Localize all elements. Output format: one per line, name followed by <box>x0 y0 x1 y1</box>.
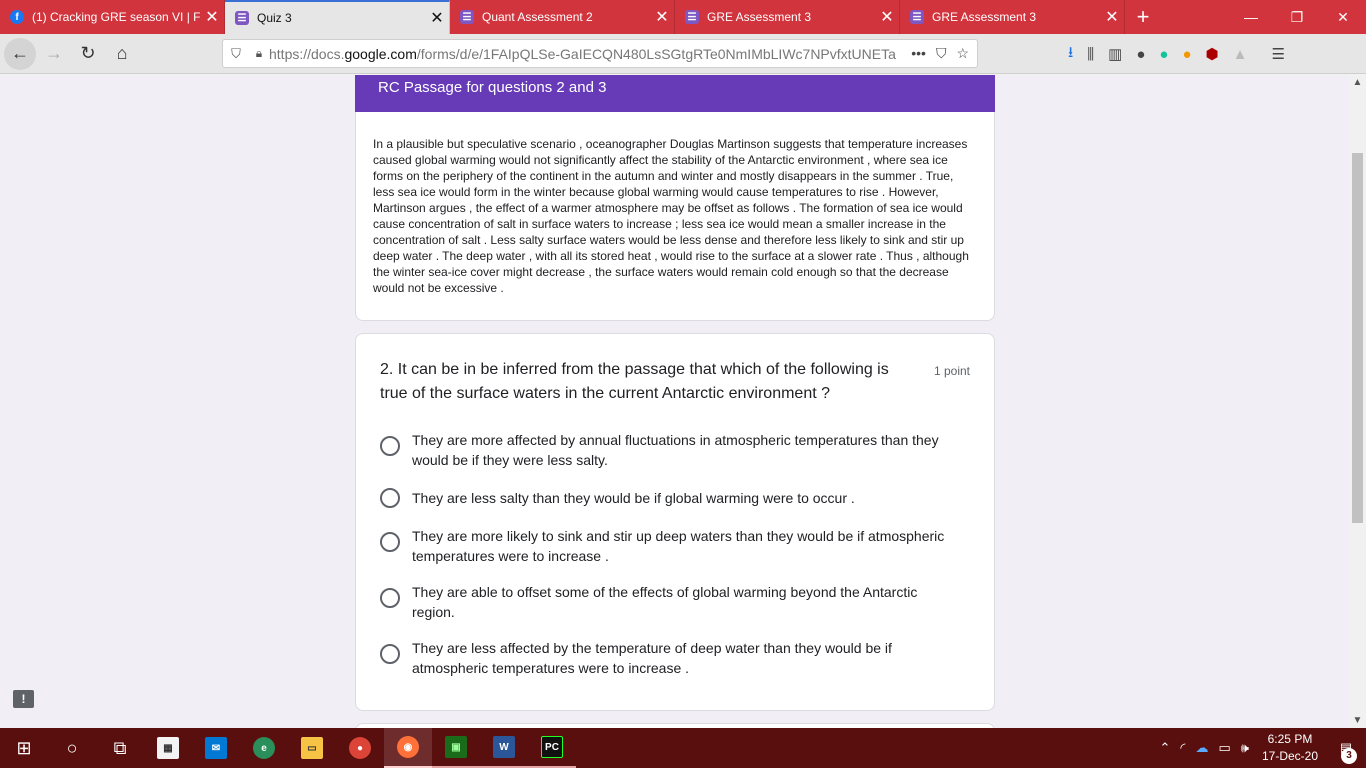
toolbar-icons: ⭳ ⫼ ▥ ● ● ● ⬢ ▲ ☰ <box>1068 34 1285 74</box>
tab-title: GRE Assessment 3 <box>932 10 1037 24</box>
tab-gre-assessment-3-b[interactable]: ☰ GRE Assessment 3 ✕ <box>900 0 1125 34</box>
option-label: They are able to offset some of the effe… <box>412 584 918 620</box>
pycharm-icon[interactable]: PC <box>528 728 576 768</box>
passage-text: In a plausible but speculative scenario … <box>373 137 969 295</box>
scroll-up-icon[interactable]: ▲ <box>1349 77 1366 88</box>
option-label: They are more likely to sink and stir up… <box>412 528 945 564</box>
ublock-icon[interactable]: ⬢ <box>1206 45 1219 63</box>
question-card: 2. It can be in be inferred from the pas… <box>355 333 995 711</box>
radio-button[interactable] <box>380 488 400 508</box>
sidebar-icon[interactable]: ▥ <box>1108 45 1122 63</box>
window-controls: — ❐ ✕ <box>1228 0 1366 34</box>
notification-count: 3 <box>1341 748 1357 764</box>
extension-icon[interactable]: ● <box>1182 46 1191 63</box>
cpu-monitor-icon[interactable]: ▣ <box>432 728 480 768</box>
bookmark-star-icon[interactable]: ☆ <box>956 45 969 62</box>
home-icon[interactable]: ⌂ <box>106 38 138 70</box>
battery-icon[interactable]: ▭ <box>1218 740 1230 756</box>
wifi-icon[interactable]: ◜ <box>1180 740 1185 756</box>
passage-card: In a plausible but speculative scenario … <box>355 112 995 321</box>
grammarly-icon[interactable]: ● <box>1159 46 1168 63</box>
address-bar[interactable]: ⛉ 🔒︎ https://docs.google.com/forms/d/e/1… <box>222 39 978 68</box>
clock-time: 6:25 PM <box>1267 732 1313 746</box>
forms-icon: ☰ <box>460 10 474 24</box>
page-content: RC Passage for questions 2 and 3 In a pl… <box>0 75 1349 728</box>
answer-option[interactable]: They are able to offset some of the effe… <box>380 582 960 622</box>
close-icon[interactable]: ✕ <box>1100 7 1124 27</box>
answer-option[interactable]: They are less salty than they would be i… <box>380 488 960 508</box>
close-icon[interactable]: ✕ <box>875 7 899 27</box>
library-icon[interactable]: ⫼ <box>1087 46 1094 63</box>
navigation-bar: ← → ↻ ⌂ ⛉ 🔒︎ https://docs.google.com/for… <box>0 34 1366 74</box>
question-title: 2. It can be in be inferred from the pas… <box>380 361 889 402</box>
file-explorer-icon[interactable]: ▭ <box>288 728 336 768</box>
menu-icon[interactable]: ☰ <box>1272 45 1285 63</box>
word-icon[interactable]: W <box>480 728 528 768</box>
scrollbar-thumb[interactable] <box>1352 153 1363 523</box>
reload-icon[interactable]: ↻ <box>72 38 104 70</box>
store-icon[interactable]: ▦ <box>144 728 192 768</box>
tab-title: Quant Assessment 2 <box>482 10 593 24</box>
notifications-icon[interactable]: ▤ 3 <box>1326 728 1366 768</box>
forward-icon[interactable]: → <box>38 38 70 70</box>
task-view-icon[interactable]: ⧉ <box>96 728 144 768</box>
answer-option[interactable]: They are more likely to sink and stir up… <box>380 526 960 566</box>
more-icon[interactable]: ••• <box>911 45 926 62</box>
extension-arrow-icon[interactable]: ▲ <box>1233 46 1248 63</box>
tab-title: GRE Assessment 3 <box>707 10 812 24</box>
option-label: They are more affected by annual fluctua… <box>412 432 939 468</box>
url-text[interactable]: https://docs.google.com/forms/d/e/1FAIpQ… <box>269 46 911 62</box>
restore-icon[interactable]: ❐ <box>1274 0 1320 34</box>
forms-icon: ☰ <box>235 11 249 25</box>
scrollbar[interactable]: ▲ ▼ <box>1349 75 1366 728</box>
tab-gre-assessment-3[interactable]: ☰ GRE Assessment 3 ✕ <box>675 0 900 34</box>
taskbar: ⊞ ○ ⧉ ▦ ✉ e ▭ ● ◉ ▣ W PC ⌃ ◜ ☁ ▭ 🕪︎ 6:25… <box>0 728 1366 768</box>
download-icon[interactable]: ⭳ <box>1068 42 1073 67</box>
tab-bar: f (1) Cracking GRE season VI | Fa ✕ ☰ Qu… <box>0 0 1366 34</box>
volume-icon[interactable]: 🕪︎ <box>1241 740 1249 756</box>
forms-icon: ☰ <box>910 10 924 24</box>
feedback-icon[interactable]: ! <box>13 690 34 708</box>
clock[interactable]: 6:25 PM 17-Dec-20 <box>1262 731 1318 765</box>
edge-icon[interactable]: e <box>240 728 288 768</box>
search-icon[interactable]: ○ <box>48 728 96 768</box>
close-window-icon[interactable]: ✕ <box>1320 0 1366 34</box>
close-icon[interactable]: ✕ <box>650 7 674 27</box>
windows-start-icon[interactable]: ⊞ <box>0 728 48 768</box>
radio-button[interactable] <box>380 644 400 664</box>
system-tray: ⌃ ◜ ☁ ▭ 🕪︎ 6:25 PM 17-Dec-20 ▤ 3 <box>1155 728 1366 768</box>
option-label: They are less salty than they would be i… <box>412 490 855 506</box>
scroll-down-icon[interactable]: ▼ <box>1349 715 1366 726</box>
shield-icon[interactable]: ⛉ <box>223 46 249 62</box>
onedrive-icon[interactable]: ☁ <box>1195 740 1208 756</box>
radio-button[interactable] <box>380 588 400 608</box>
mail-icon[interactable]: ✉ <box>192 728 240 768</box>
tab-quant-assessment-2[interactable]: ☰ Quant Assessment 2 ✕ <box>450 0 675 34</box>
close-icon[interactable]: ✕ <box>200 7 224 27</box>
chevron-up-icon[interactable]: ⌃ <box>1160 740 1171 756</box>
minimize-icon[interactable]: — <box>1228 0 1274 34</box>
close-icon[interactable]: ✕ <box>425 8 449 28</box>
tab-title: (1) Cracking GRE season VI | Fa <box>32 10 200 24</box>
answer-option[interactable]: They are less affected by the temperatur… <box>380 638 960 678</box>
answer-option[interactable]: They are more affected by annual fluctua… <box>380 430 960 470</box>
back-icon[interactable]: ← <box>4 37 36 70</box>
radio-button[interactable] <box>380 436 400 456</box>
tab-facebook[interactable]: f (1) Cracking GRE season VI | Fa ✕ <box>0 0 225 34</box>
chrome-icon[interactable]: ● <box>336 728 384 768</box>
section-header: RC Passage for questions 2 and 3 <box>355 75 995 112</box>
radio-button[interactable] <box>380 532 400 552</box>
tab-quiz-3[interactable]: ☰ Quiz 3 ✕ <box>225 0 450 34</box>
clock-date: 17-Dec-20 <box>1261 749 1318 763</box>
forms-icon: ☰ <box>685 10 699 24</box>
tab-title: Quiz 3 <box>257 11 292 25</box>
account-icon[interactable]: ● <box>1136 46 1145 63</box>
pocket-icon[interactable]: ⛉ <box>936 45 947 62</box>
facebook-icon: f <box>10 10 24 24</box>
lock-icon[interactable]: 🔒︎ <box>249 46 269 61</box>
new-tab-button[interactable]: + <box>1125 0 1161 34</box>
firefox-icon[interactable]: ◉ <box>384 728 432 768</box>
option-label: They are less affected by the temperatur… <box>412 640 892 676</box>
question-points: 1 point <box>933 364 970 378</box>
